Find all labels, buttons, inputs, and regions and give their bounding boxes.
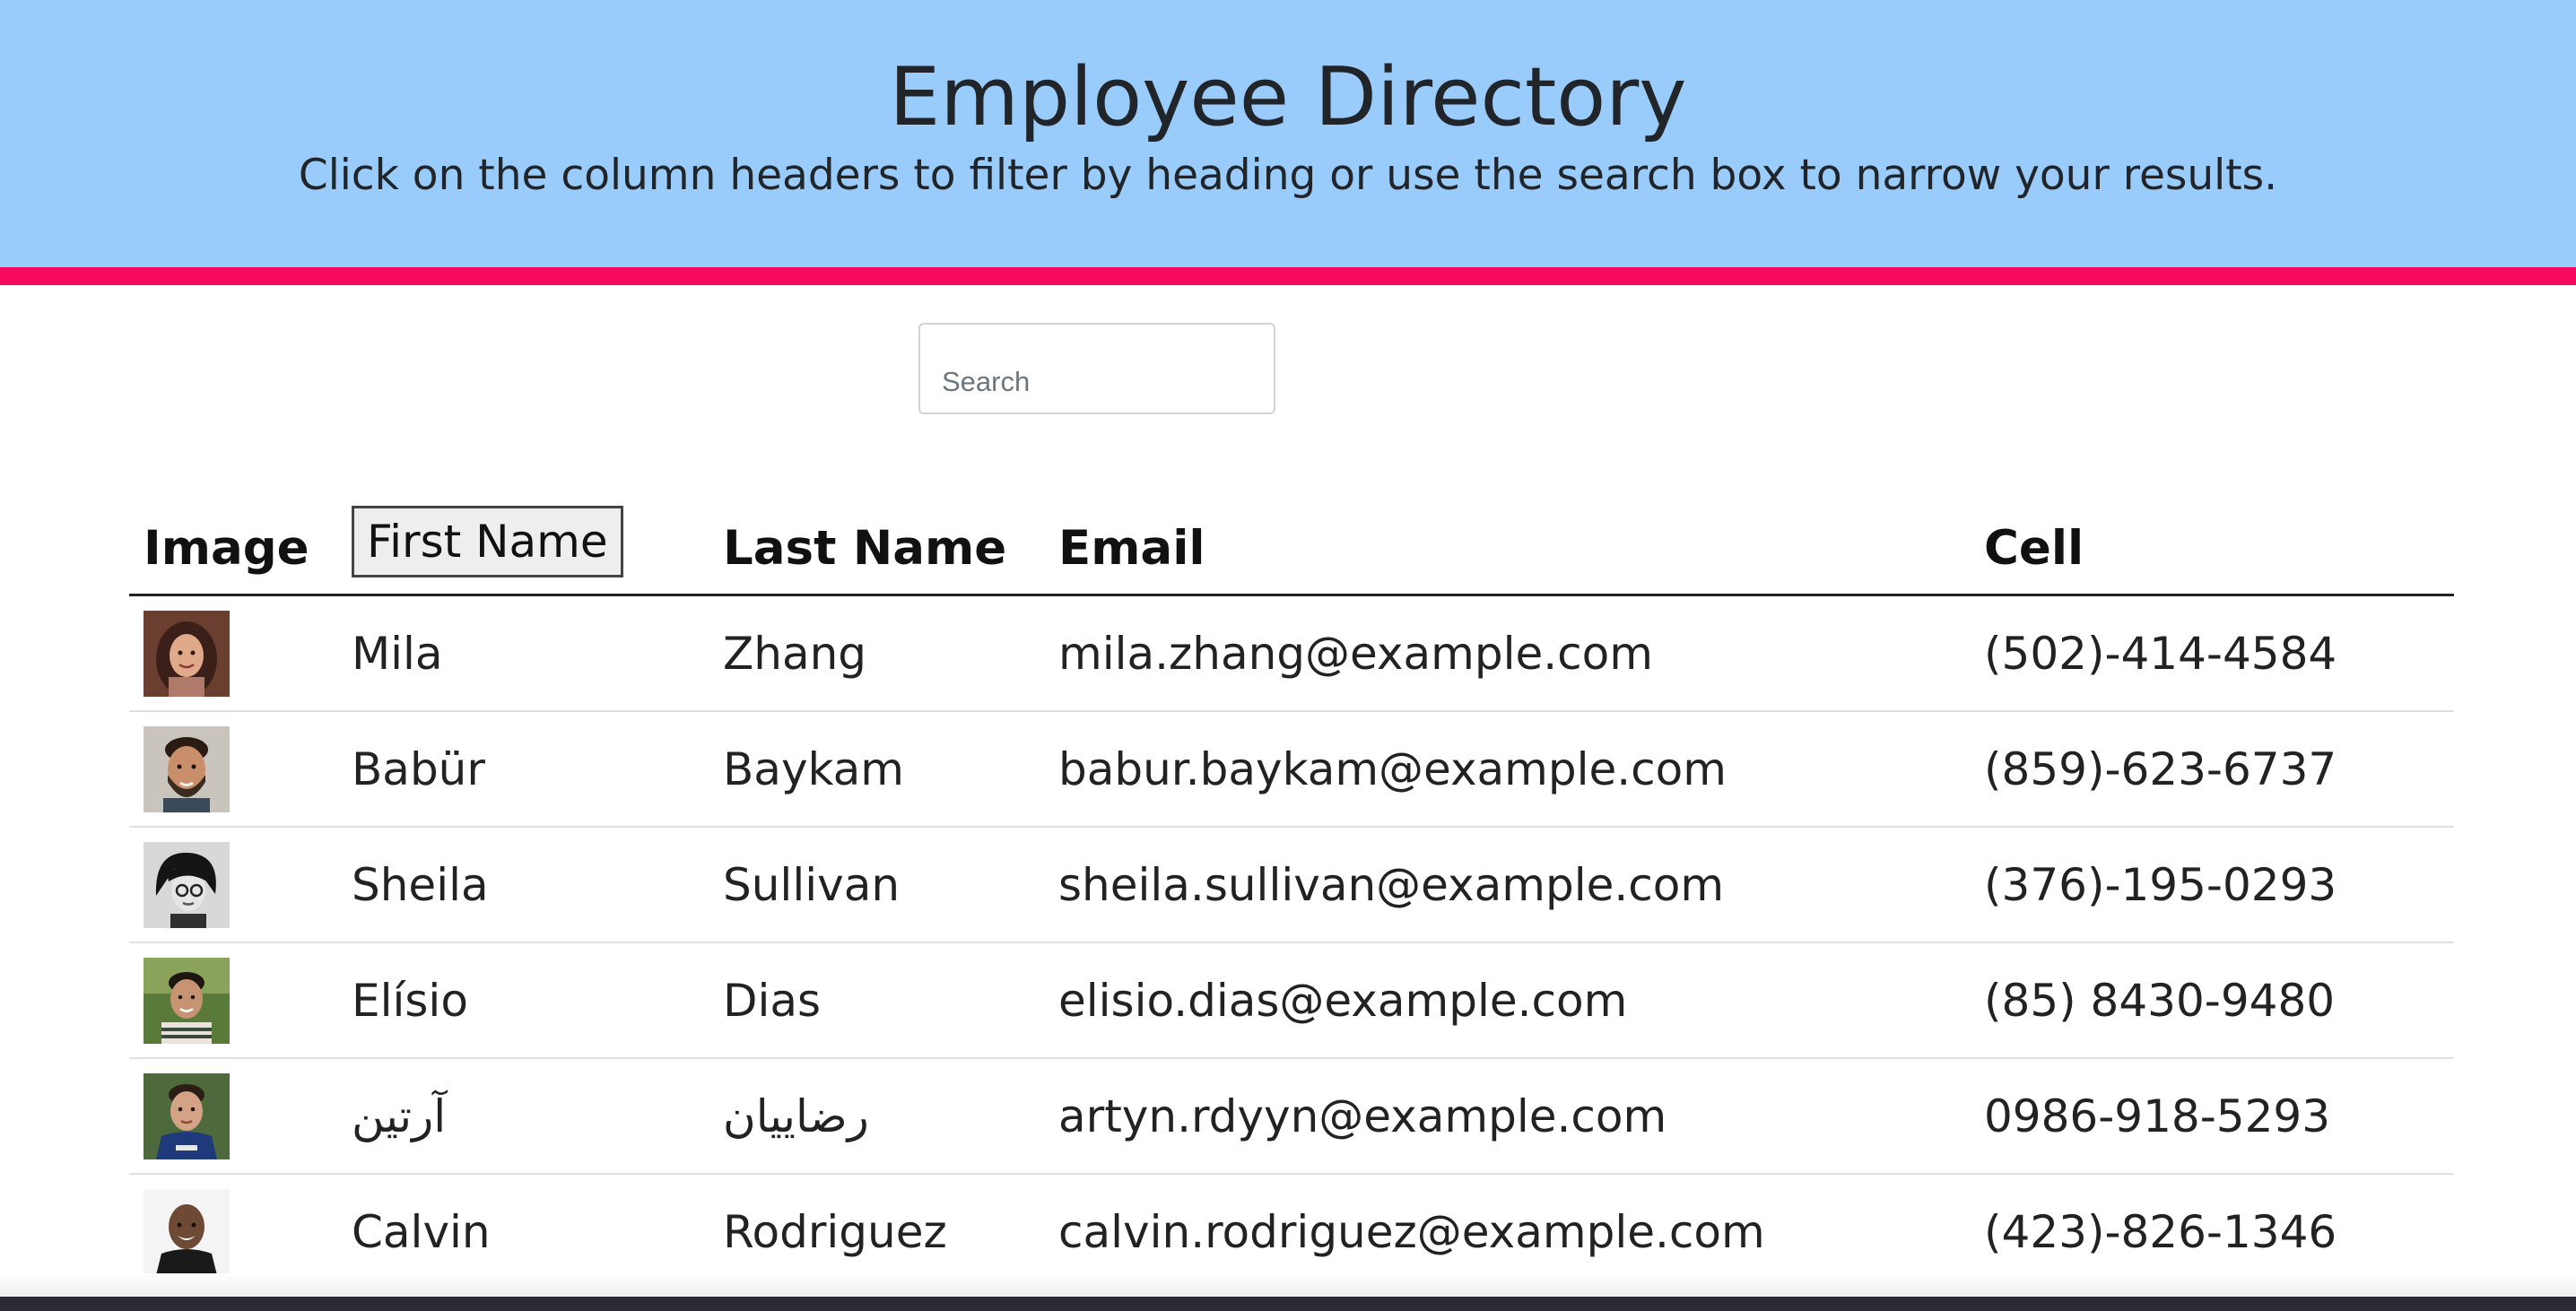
table-row: Babür Baykam babur.baykam@example.com (8… [129,711,2454,828]
cell-phone-cell: (85) 8430-9480 [1970,942,2454,1059]
last-name-cell: Sullivan [709,827,1044,943]
employee-table: Image First Name Last Name Email Cell Mi… [129,475,2454,1290]
column-header-first-name: First Name [337,475,709,596]
table-row: Calvin Rodriguez calvin.rodriguez@exampl… [129,1174,2454,1290]
last-name-cell: رضاییان [709,1058,1044,1175]
last-name-text: رضاییان [723,1090,869,1142]
page: Employee Directory Click on the column h… [0,0,2576,1311]
email-cell: calvin.rodriguez@example.com [1044,1174,1970,1290]
avatar-cell [129,711,337,828]
avatar-image [144,1072,230,1159]
avatar-image [144,957,230,1044]
first-name-cell: Calvin [337,1174,709,1290]
avatar-cell [129,942,337,1059]
column-header-email[interactable]: Email [1044,475,1970,596]
table-row: Elísio Dias elisio.dias@example.com (85)… [129,942,2454,1059]
os-taskbar [0,1297,2576,1311]
avatar-cell [129,1174,337,1290]
email-cell: elisio.dias@example.com [1044,942,1970,1059]
email-cell: sheila.sullivan@example.com [1044,827,1970,943]
last-name-cell: Baykam [709,711,1044,828]
avatar-cell [129,1058,337,1175]
email-cell: mila.zhang@example.com [1044,595,1970,712]
column-header-last-name[interactable]: Last Name [709,475,1044,596]
last-name-cell: Zhang [709,595,1044,712]
cell-phone-cell: (859)-623-6737 [1970,711,2454,828]
header-divider-stripe [0,267,2576,285]
avatar-cell [129,595,337,712]
table-header-row: Image First Name Last Name Email Cell [129,475,2454,596]
avatar-image [144,1188,230,1275]
email-cell: babur.baykam@example.com [1044,711,1970,828]
header-banner: Employee Directory Click on the column h… [0,0,2576,267]
cell-phone-cell: (423)-826-1346 [1970,1174,2454,1290]
window-bottom-edge [0,1273,2576,1297]
table-row: آرتین رضاییان artyn.rdyyn@example.com 09… [129,1058,2454,1175]
cell-phone-cell: (502)-414-4584 [1970,595,2454,712]
email-cell: artyn.rdyyn@example.com [1044,1058,1970,1175]
avatar-cell [129,827,337,943]
last-name-cell: Rodriguez [709,1174,1044,1290]
page-title: Employee Directory [889,50,1687,144]
first-name-cell: Elísio [337,942,709,1059]
page-subtitle: Click on the column headers to filter by… [298,151,2278,200]
first-name-cell: Sheila [337,827,709,943]
column-header-label: Email [1058,521,1205,576]
avatar-image [144,725,230,812]
column-header-label: Image [144,521,309,576]
column-header-cell[interactable]: Cell [1970,475,2454,596]
avatar-image [144,841,230,928]
column-header-label: Last Name [723,521,1007,576]
first-name-text: آرتین [352,1090,447,1142]
employee-table-container: Image First Name Last Name Email Cell Mi… [129,475,2454,1290]
search-input[interactable] [918,323,1275,414]
avatar-image [144,610,230,697]
first-name-cell: Mila [337,595,709,712]
table-row: Mila Zhang mila.zhang@example.com (502)-… [129,595,2454,712]
sort-first-name-button[interactable]: First Name [352,506,623,577]
column-header-label: Cell [1984,521,2084,576]
first-name-cell: Babür [337,711,709,828]
cell-phone-cell: (376)-195-0293 [1970,827,2454,943]
last-name-cell: Dias [709,942,1044,1059]
table-row: Sheila Sullivan sheila.sullivan@example.… [129,827,2454,943]
column-header-image[interactable]: Image [129,475,337,596]
first-name-cell: آرتین [337,1058,709,1175]
cell-phone-cell: 0986-918-5293 [1970,1058,2454,1175]
